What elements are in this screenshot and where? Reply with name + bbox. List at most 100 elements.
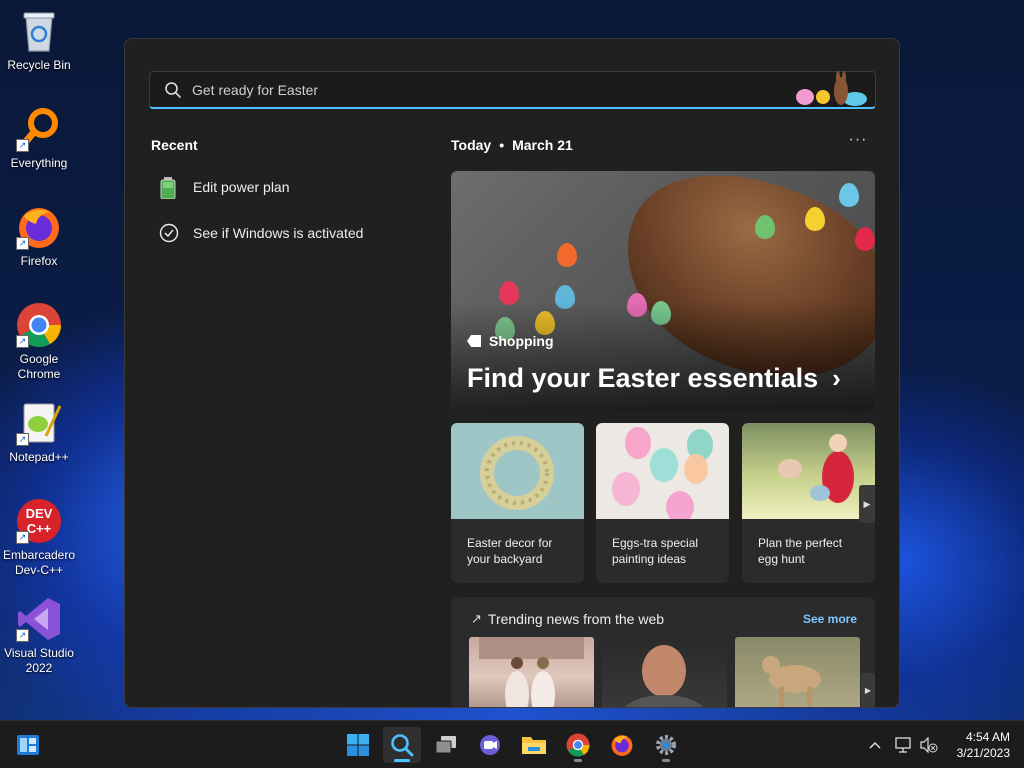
firefox-icon: ↗ [16,204,62,250]
running-indicator [662,759,670,762]
recent-item-label: See if Windows is activated [193,225,364,241]
start-icon [347,734,369,756]
firefox-icon [611,735,633,756]
egg-decoration [805,207,825,231]
shortcut-arrow-icon: ↗ [16,139,29,152]
shortcut-arrow-icon: ↗ [16,335,29,348]
desktop-icon-notepad-plus-plus[interactable]: ↗ Notepad++ [0,400,78,465]
desktop-icon-chrome[interactable]: ↗ Google Chrome [0,302,78,382]
running-indicator [574,759,582,762]
dev-cpp-icon: DEV C++ ↗ [16,498,62,544]
desktop-icon-label: Notepad++ [9,450,69,464]
desktop-icon-label: Embarcadero Dev-C++ [2,548,76,577]
see-more-link[interactable]: See more [803,612,857,626]
trending-next-button[interactable]: ▶ [861,673,875,707]
egg-decoration [557,243,577,267]
tag-icon [467,335,481,347]
check-circle-icon [159,223,179,243]
hero-card[interactable]: Shopping Find your Easter essentials › [451,171,875,411]
cards-next-button[interactable]: ▶ [859,485,875,523]
trending-news-image[interactable] [602,637,727,707]
card-egg-hunt[interactable]: Plan the perfect egg hunt [742,423,875,583]
desktop-icon-visual-studio[interactable]: ↗ Visual Studio 2022 [0,596,78,676]
active-indicator [394,759,410,762]
shortcut-arrow-icon: ↗ [16,237,29,250]
desktop-icon-dev-cpp[interactable]: DEV C++ ↗ Embarcadero Dev-C++ [0,498,78,578]
egg-decoration [755,215,775,239]
start-button[interactable] [339,727,377,763]
hero-overlay [451,301,875,411]
separator-dot: • [499,137,505,153]
recent-heading: Recent [151,137,198,153]
notepad-plus-plus-icon: ↗ [16,400,62,446]
chevron-right-icon: › [832,363,841,393]
trending-title: Trending news from the web [487,611,665,627]
today-label: Today [451,137,492,153]
today-date: March 21 [512,137,573,153]
trending-section: ↗ Trending news from the web See more ▶ [451,597,875,707]
egg-hunt-image [742,423,875,519]
widgets-icon [17,735,39,755]
firefox-taskbar-button[interactable] [603,727,641,763]
card-caption: Easter decor for your backyard [467,536,553,566]
trending-news-image[interactable] [469,637,594,707]
trending-news-image[interactable] [735,637,860,707]
volume-muted-icon[interactable] [918,737,940,753]
system-tray [864,721,940,768]
painted-eggs-image [596,423,729,519]
trending-arrow-icon: ↗ [471,611,482,626]
task-view-icon [435,736,456,754]
desktop-icon-recycle-bin[interactable]: Recycle Bin [0,8,78,73]
chrome-icon: ↗ [16,302,62,348]
today-header: Today • March 21 [451,137,573,153]
search-icon [164,81,182,99]
hero-tag-label: Shopping [489,333,554,349]
taskbar: 4:54 AM 3/21/2023 [0,720,1024,768]
suggestion-cards: Easter decor for your backyard Eggs-tra … [451,423,875,583]
desktop-icon-label: Firefox [20,254,58,268]
hero-headline-text: Find your Easter essentials [467,363,819,393]
card-caption: Eggs-tra special painting ideas [612,536,699,566]
desktop-icon-everything[interactable]: ↗ Everything [0,106,78,171]
search-taskbar-button[interactable] [383,727,421,763]
card-easter-decor[interactable]: Easter decor for your backyard [451,423,584,583]
settings-icon [656,735,676,755]
chrome-taskbar-button[interactable] [559,727,597,763]
clock-time: 4:54 AM [965,730,1010,744]
network-icon[interactable] [890,737,918,753]
desktop-icon-firefox[interactable]: ↗ Firefox [0,204,78,269]
svg-text:C++: C++ [27,521,52,536]
battery-icon [159,177,179,200]
shortcut-arrow-icon: ↗ [16,629,29,642]
hero-tag: Shopping [467,333,554,349]
taskbar-clock[interactable]: 4:54 AM 3/21/2023 [957,729,1010,761]
desktop-icon-label: Recycle Bin [7,58,71,72]
card-caption: Plan the perfect egg hunt [758,536,843,566]
search-icon [391,734,414,757]
trending-header: ↗ Trending news from the web [471,611,664,627]
recent-item-edit-power-plan[interactable]: Edit power plan [159,177,290,200]
egg-decoration [839,183,859,207]
more-options-button[interactable]: ··· [847,131,869,153]
egg-decoration [855,227,875,251]
widgets-button[interactable] [9,727,47,763]
chrome-icon [566,733,590,757]
recent-item-windows-activated[interactable]: See if Windows is activated [159,223,363,243]
search-box[interactable] [149,71,876,109]
hero-headline: Find your Easter essentials › [467,363,841,394]
search-input[interactable] [192,81,752,98]
search-panel: Recent Edit power plan See if Windows is… [124,38,900,708]
teams-chat-button[interactable] [471,727,509,763]
card-eggs-painting[interactable]: Eggs-tra special painting ideas [596,423,729,583]
clock-date: 3/21/2023 [956,746,1010,760]
teams-chat-icon [480,735,500,755]
chevron-up-icon[interactable] [864,740,886,750]
everything-search-icon: ↗ [16,106,62,152]
task-view-button[interactable] [427,727,465,763]
svg-text:DEV: DEV [26,506,53,521]
file-explorer-icon [522,737,546,754]
settings-taskbar-button[interactable] [647,727,685,763]
recent-item-label: Edit power plan [193,179,290,195]
file-explorer-button[interactable] [515,727,553,763]
desktop-icon-label: Visual Studio 2022 [4,646,74,675]
